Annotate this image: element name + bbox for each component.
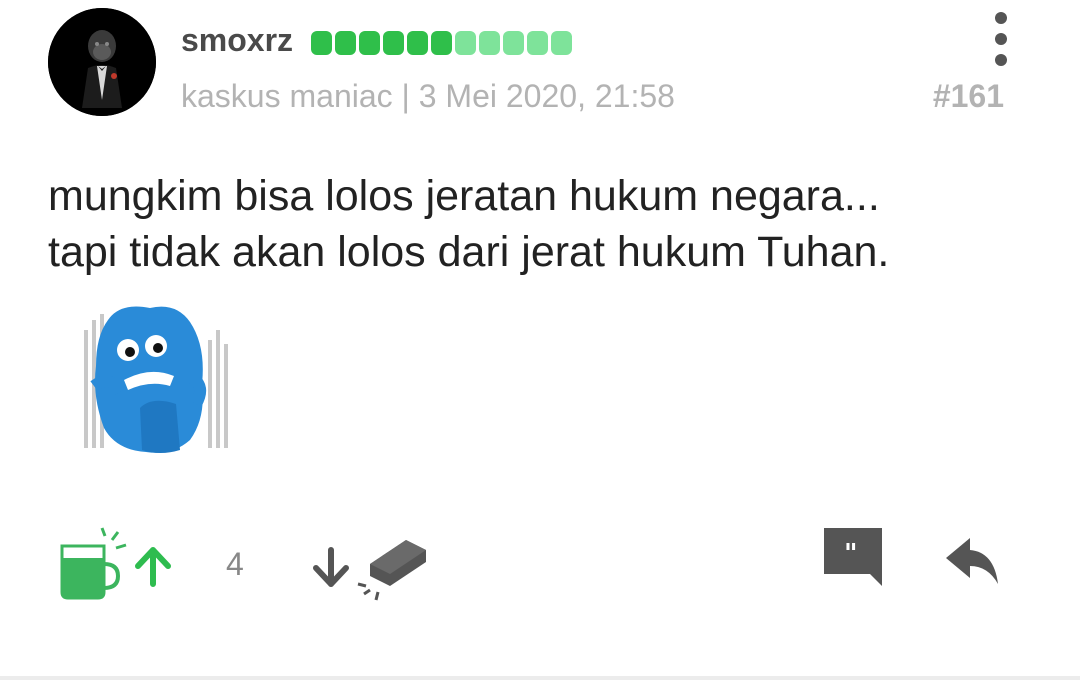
reply-button[interactable] xyxy=(942,532,1002,590)
reputation-dot xyxy=(383,31,404,55)
post-actions: 4 " xyxy=(0,510,1080,610)
vote-count: 4 xyxy=(226,546,244,582)
cendol-cup-icon xyxy=(60,527,127,600)
reputation-bar xyxy=(311,31,572,55)
reputation-dot xyxy=(503,31,524,55)
reputation-dot xyxy=(431,31,452,55)
svg-text:": " xyxy=(844,539,858,569)
more-options-button[interactable] xyxy=(988,12,1014,66)
post-number[interactable]: #161 xyxy=(933,78,1004,115)
content-line: mungkim bisa lolos jeratan hukum negara.… xyxy=(48,172,880,220)
content-line: tapi tidak akan lolos dari jerat hukum T… xyxy=(48,228,890,276)
reputation-dot xyxy=(455,31,476,55)
bata-button[interactable] xyxy=(350,534,430,606)
reputation-dot xyxy=(311,31,332,55)
quote-bubble-icon: " xyxy=(824,528,882,586)
arrow-up-icon xyxy=(135,547,171,587)
user-avatar[interactable] xyxy=(48,8,156,116)
username[interactable]: smoxrz xyxy=(181,22,293,59)
reputation-dot xyxy=(527,31,548,55)
reply-icon xyxy=(946,538,998,584)
arrow-down-icon xyxy=(313,547,349,587)
post-card: smoxrz kaskus maniac | 3 Mei 2020, 21:58… xyxy=(0,0,1080,676)
blue-monster-jail-emoticon xyxy=(80,300,230,455)
quote-button[interactable]: " xyxy=(822,526,884,588)
more-vertical-icon xyxy=(995,12,1007,24)
gorilla-suit-avatar xyxy=(48,8,156,116)
reputation-dot xyxy=(359,31,380,55)
cendol-button[interactable] xyxy=(58,526,130,602)
reputation-dot xyxy=(479,31,500,55)
reputation-dot xyxy=(407,31,428,55)
upvote-button[interactable] xyxy=(134,546,172,588)
post-meta: kaskus maniac | 3 Mei 2020, 21:58 xyxy=(181,78,675,114)
post-content: mungkim bisa lolos jeratan hukum negara.… xyxy=(48,168,1048,280)
downvote-button[interactable] xyxy=(312,546,350,588)
reputation-dot xyxy=(335,31,356,55)
post-divider xyxy=(0,676,1080,680)
reputation-dot xyxy=(551,31,572,55)
brick-icon xyxy=(357,540,426,601)
